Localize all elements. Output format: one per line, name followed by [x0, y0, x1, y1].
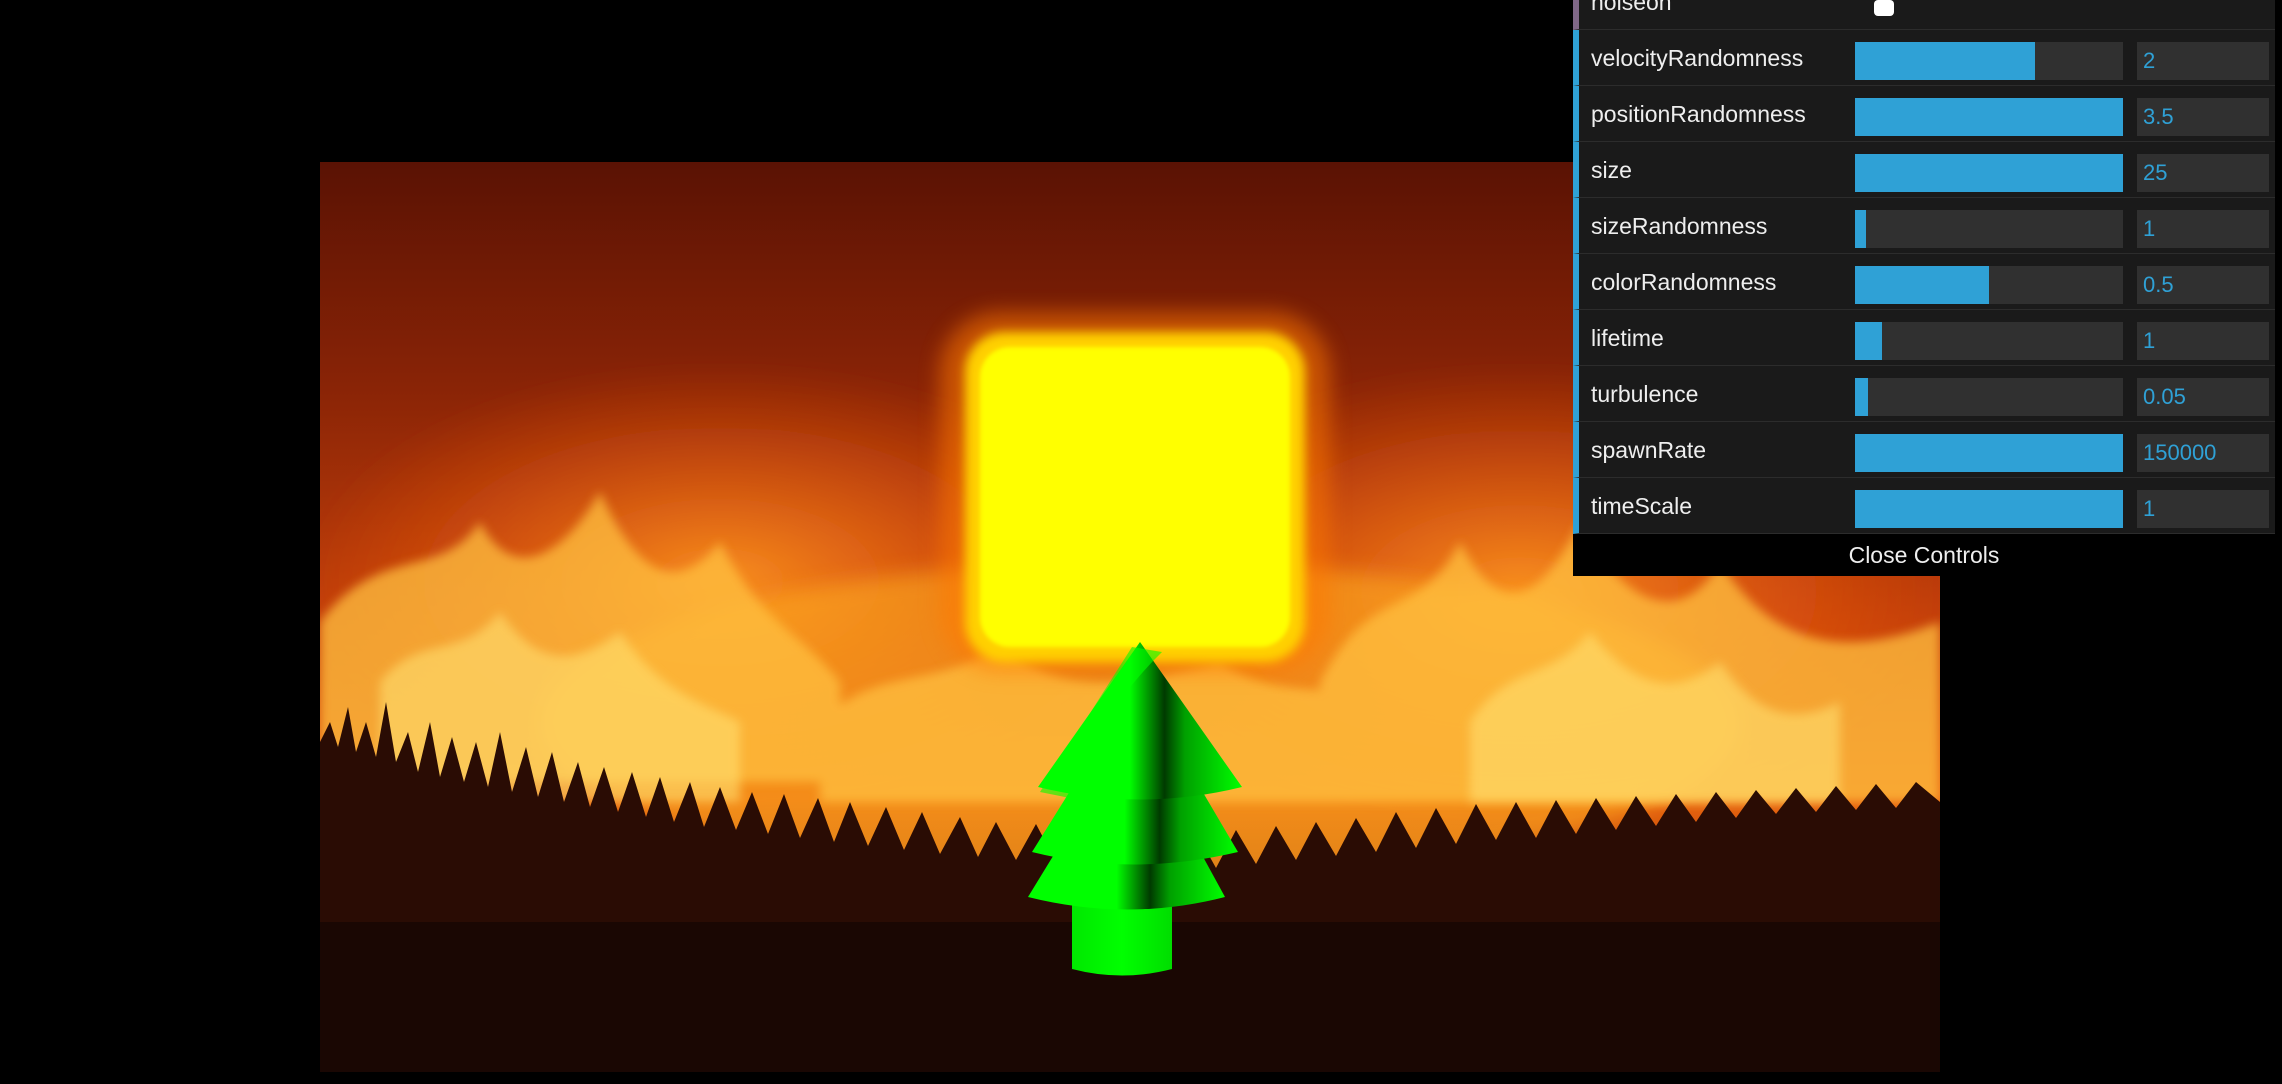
control-row-sizeRandomness[interactable]: sizeRandomness [1573, 198, 2275, 254]
slider-size[interactable] [1855, 154, 2123, 192]
control-row-colorRandomness[interactable]: colorRandomness [1573, 254, 2275, 310]
control-label: size [1591, 157, 1632, 183]
control-label: turbulence [1591, 381, 1699, 407]
number-input-velocityRandomness[interactable] [2137, 42, 2269, 80]
slider-fill [1855, 154, 2123, 192]
control-label: velocityRandomness [1591, 45, 1804, 71]
particle-emitter-glow [940, 312, 1330, 672]
control-label: spawnRate [1591, 437, 1707, 463]
number-input-timeScale[interactable] [2137, 490, 2269, 528]
control-label: lifetime [1591, 325, 1664, 351]
noiseon-row[interactable]: noiseon [1573, 0, 2275, 30]
slider-fill [1855, 378, 1869, 416]
number-input-positionRandomness[interactable] [2137, 98, 2269, 136]
control-label: timeScale [1591, 493, 1692, 519]
control-label: sizeRandomness [1591, 213, 1768, 239]
control-row-turbulence[interactable]: turbulence [1573, 366, 2275, 422]
close-controls-button[interactable]: Close Controls [1573, 534, 2275, 576]
slider-spawnRate[interactable] [1855, 434, 2123, 472]
slider-timeScale[interactable] [1855, 490, 2123, 528]
number-input-turbulence[interactable] [2137, 378, 2269, 416]
noiseon-label: noiseon [1591, 0, 1672, 15]
number-input-size[interactable] [2137, 154, 2269, 192]
slider-positionRandomness[interactable] [1855, 98, 2123, 136]
slider-fill [1855, 266, 1989, 304]
slider-sizeRandomness[interactable] [1855, 210, 2123, 248]
number-input-colorRandomness[interactable] [2137, 266, 2269, 304]
slider-fill [1855, 210, 1866, 248]
slider-fill [1855, 42, 2035, 80]
control-row-spawnRate[interactable]: spawnRate [1573, 422, 2275, 478]
control-label: positionRandomness [1591, 101, 1806, 127]
slider-fill [1855, 490, 2123, 528]
noiseon-checkbox[interactable] [1874, 0, 1894, 16]
slider-fill [1855, 98, 2123, 136]
slider-lifetime[interactable] [1855, 322, 2123, 360]
number-input-sizeRandomness[interactable] [2137, 210, 2269, 248]
control-row-timeScale[interactable]: timeScale [1573, 478, 2275, 534]
slider-colorRandomness[interactable] [1855, 266, 2123, 304]
number-input-lifetime[interactable] [2137, 322, 2269, 360]
slider-fill [1855, 322, 1882, 360]
control-label: colorRandomness [1591, 269, 1777, 295]
number-input-spawnRate[interactable] [2137, 434, 2269, 472]
slider-turbulence[interactable] [1855, 378, 2123, 416]
control-row-lifetime[interactable]: lifetime [1573, 310, 2275, 366]
slider-velocityRandomness[interactable] [1855, 42, 2123, 80]
control-row-size[interactable]: size [1573, 142, 2275, 198]
control-row-velocityRandomness[interactable]: velocityRandomness [1573, 30, 2275, 86]
slider-fill [1855, 434, 2123, 472]
control-row-positionRandomness[interactable]: positionRandomness [1573, 86, 2275, 142]
controls-panel: noiseon velocityRandomness positionRandom… [1573, 0, 2275, 576]
